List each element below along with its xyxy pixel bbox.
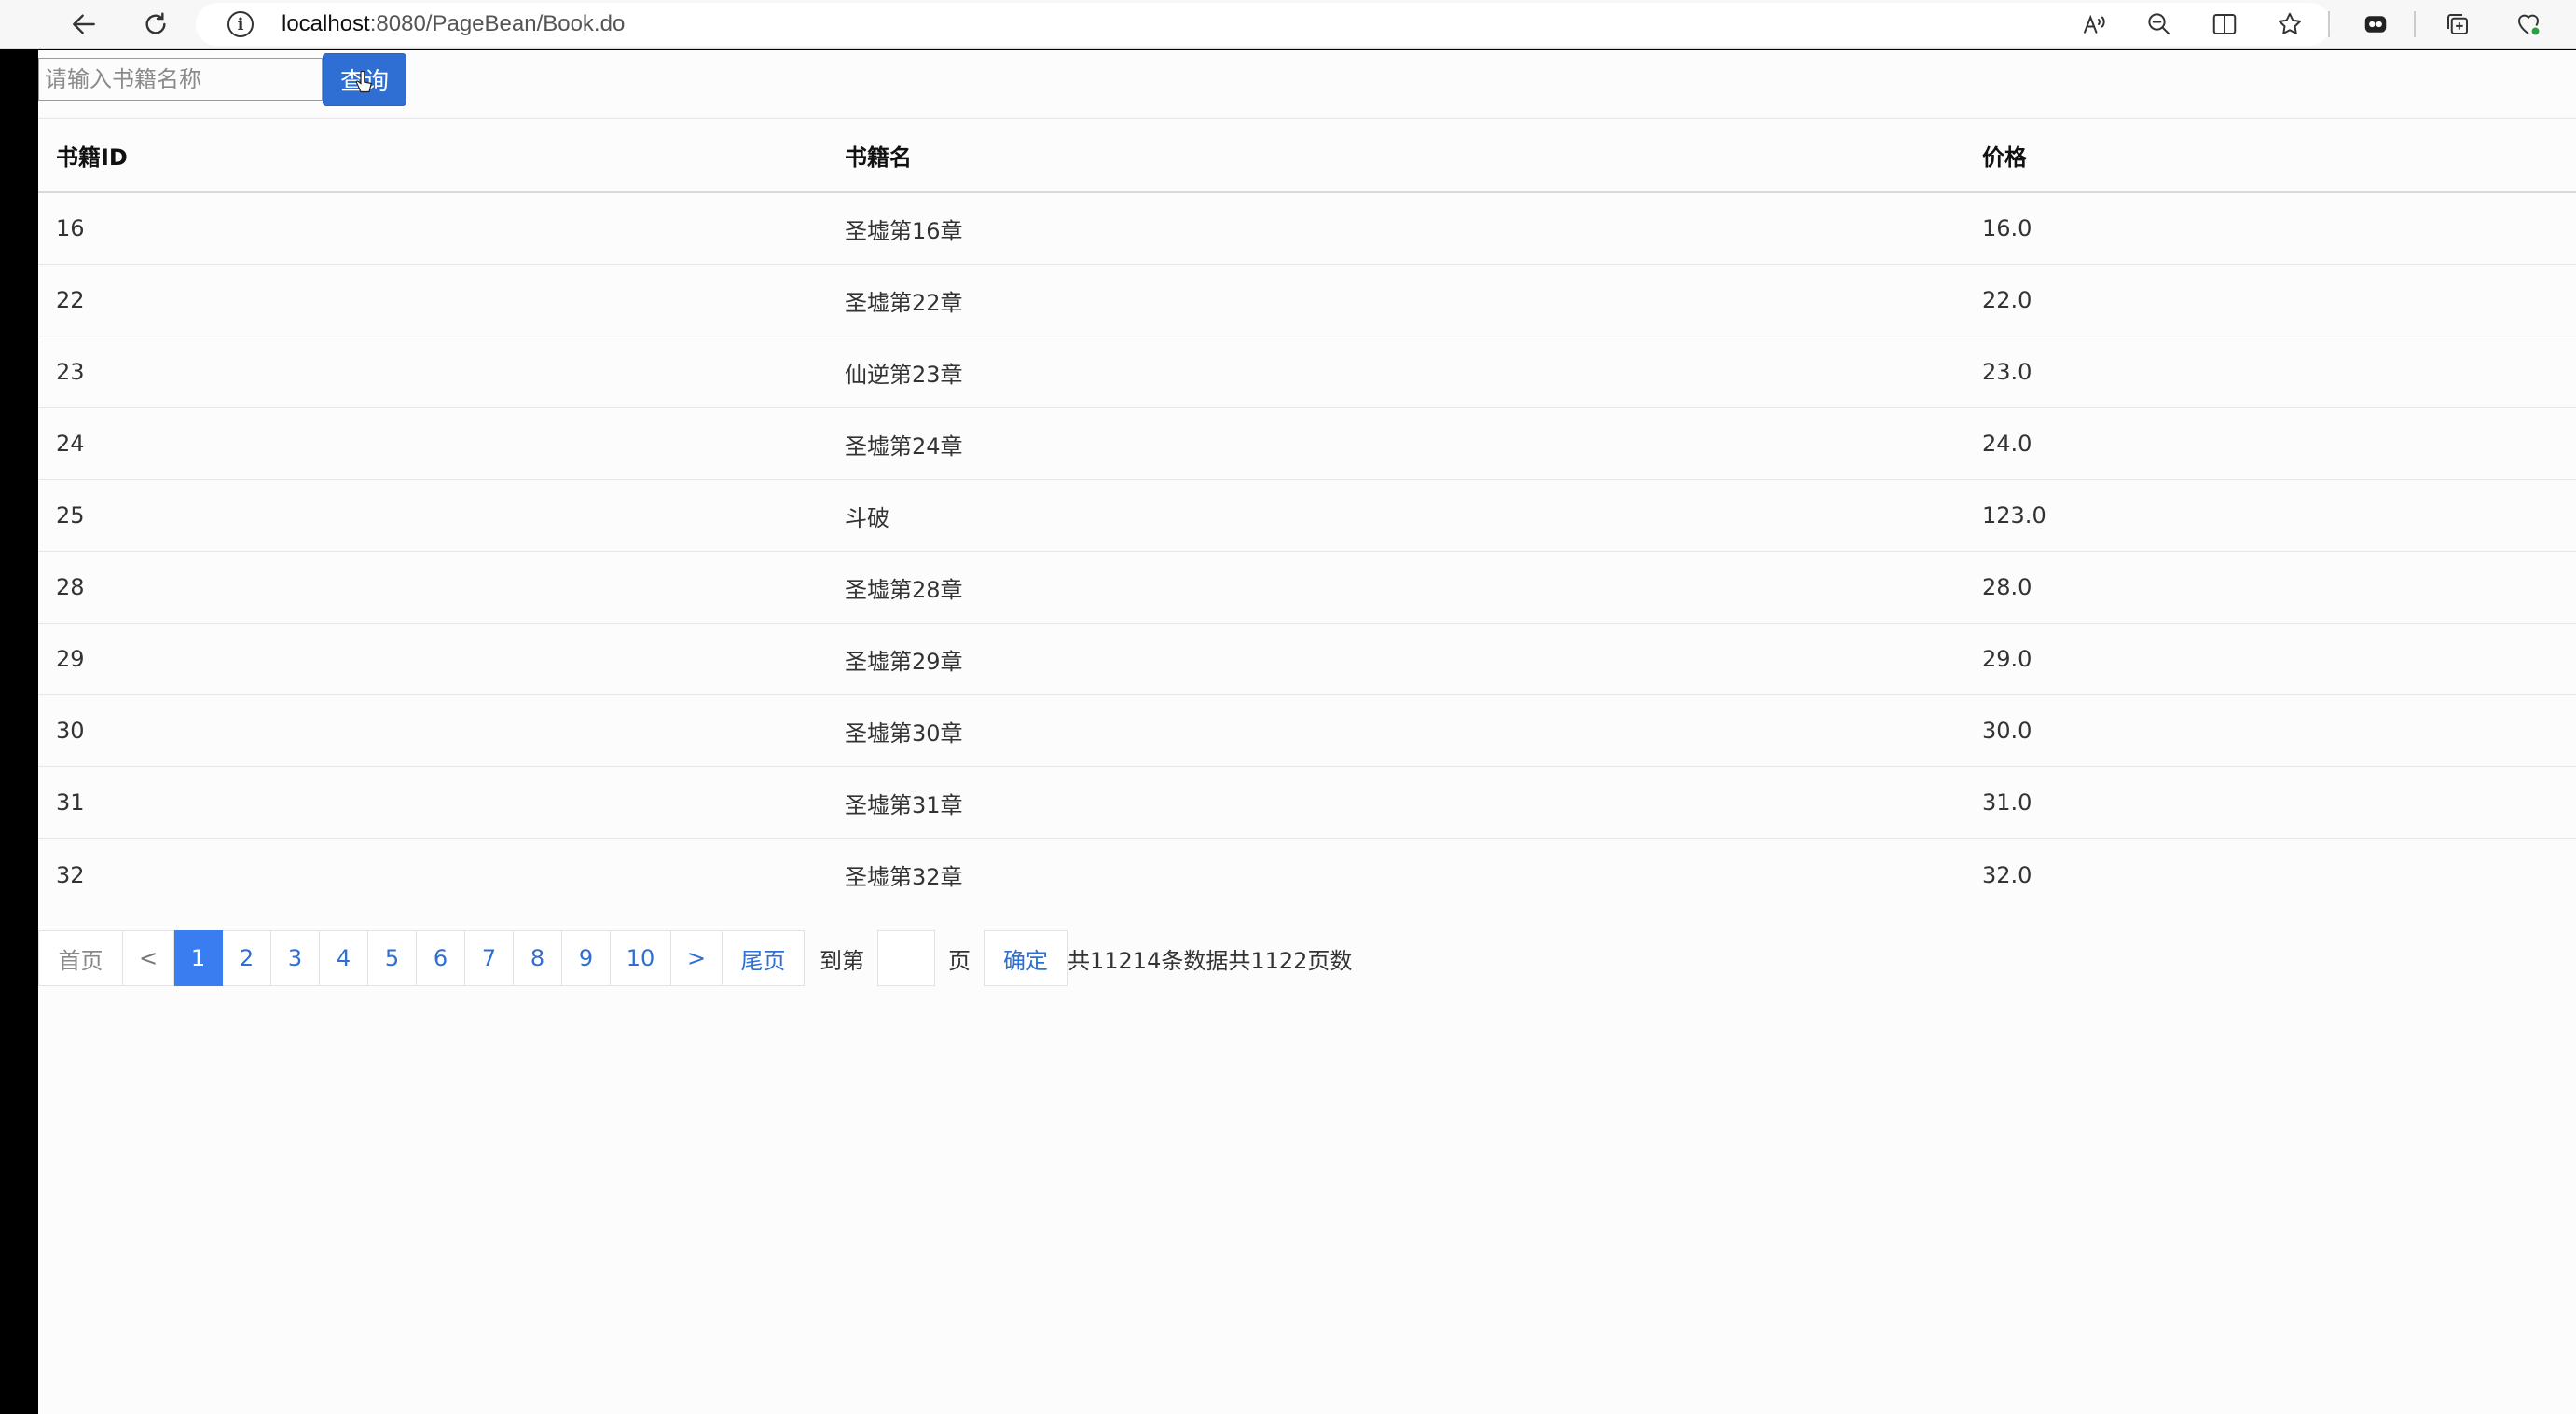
table-row: 16 圣墟第16章 16.0 <box>38 193 2576 265</box>
page-link-8[interactable]: 8 <box>514 930 562 986</box>
page-link-9[interactable]: 9 <box>562 930 611 986</box>
read-aloud-icon[interactable] <box>2073 4 2115 45</box>
page-link-3[interactable]: 3 <box>271 930 320 986</box>
pagination-summary: 共11214条数据共1122页数 <box>1068 947 1353 974</box>
cell-book-id: 30 <box>56 718 85 744</box>
cell-book-name: 圣墟第29章 <box>845 648 963 675</box>
cell-price: 16.0 <box>1982 215 2032 241</box>
page-link-10[interactable]: 10 <box>611 930 671 986</box>
goto-suffix-label: 页 <box>948 947 971 974</box>
search-input[interactable] <box>38 58 323 101</box>
next-page-link[interactable]: > <box>671 930 723 986</box>
goto-prefix-label: 到第 <box>820 947 864 974</box>
back-arrow-icon[interactable] <box>62 2 106 47</box>
extension-icon[interactable] <box>2355 4 2396 45</box>
hand-cursor-icon <box>355 71 372 93</box>
page-link-7[interactable]: 7 <box>465 930 514 986</box>
url-host: localhost <box>282 11 370 36</box>
cell-book-name: 斗破 <box>845 504 889 531</box>
page-link-4[interactable]: 4 <box>320 930 368 986</box>
split-screen-icon[interactable] <box>2204 4 2245 45</box>
cell-price: 31.0 <box>1982 789 2032 816</box>
table-row: 32 圣墟第32章 32.0 <box>38 839 2576 911</box>
page-link-2[interactable]: 2 <box>223 930 271 986</box>
table-header-row: 书籍ID 书籍名 价格 <box>38 119 2576 193</box>
cell-book-id: 24 <box>56 431 85 457</box>
cell-book-id: 29 <box>56 646 85 672</box>
cell-book-id: 31 <box>56 789 85 816</box>
page-link-1[interactable]: 1 <box>174 930 223 986</box>
browser-toolbar: i localhost:8080/PageBean/Book.do <box>0 0 2576 49</box>
cell-book-name: 圣墟第30章 <box>845 720 963 747</box>
cell-book-id: 25 <box>56 502 85 529</box>
page-link-5[interactable]: 5 <box>368 930 417 986</box>
cell-price: 23.0 <box>1982 359 2032 385</box>
table-row: 31 圣墟第31章 31.0 <box>38 767 2576 839</box>
table-row: 29 圣墟第29章 29.0 <box>38 624 2576 695</box>
cell-price: 30.0 <box>1982 718 2032 744</box>
address-bar[interactable]: i localhost:8080/PageBean/Book.do <box>196 3 2331 46</box>
cell-book-name: 圣墟第22章 <box>845 289 963 316</box>
cell-book-name: 圣墟第28章 <box>845 576 963 603</box>
collections-icon[interactable] <box>2437 4 2478 45</box>
table-row: 30 圣墟第30章 30.0 <box>38 695 2576 767</box>
toolbar-divider <box>2414 11 2416 37</box>
header-book-name: 书籍名 <box>845 144 912 171</box>
cell-book-id: 23 <box>56 359 85 385</box>
toolbar-divider <box>2328 11 2330 37</box>
table-row: 25 斗破 123.0 <box>38 480 2576 552</box>
zoom-out-icon[interactable] <box>2139 4 2180 45</box>
browser-essentials-icon[interactable] <box>2508 4 2549 45</box>
cell-book-id: 32 <box>56 861 85 888</box>
cell-price: 24.0 <box>1982 431 2032 457</box>
table-row: 28 圣墟第28章 28.0 <box>38 552 2576 624</box>
book-table: 书籍ID 书籍名 价格 16 圣墟第16章 16.0 22 圣墟第22章 22.… <box>38 118 2576 911</box>
cell-book-name: 圣墟第16章 <box>845 217 963 244</box>
prev-page-link[interactable]: < <box>123 930 174 986</box>
pagination: 首页 < 1 2 3 4 5 6 7 8 9 10 > 尾页 到第 页 确定 共… <box>38 930 1352 986</box>
first-page-link[interactable]: 首页 <box>38 930 123 986</box>
table-row: 23 仙逆第23章 23.0 <box>38 336 2576 408</box>
cell-book-id: 22 <box>56 287 85 313</box>
last-page-link[interactable]: 尾页 <box>723 930 805 986</box>
cell-book-name: 仙逆第23章 <box>845 361 963 388</box>
page-link-6[interactable]: 6 <box>417 930 465 986</box>
refresh-icon[interactable] <box>133 2 178 47</box>
page-viewport: 查询 书籍ID 书籍名 价格 16 圣墟第16章 16.0 22 圣墟第22章 … <box>38 50 2576 1414</box>
cell-price: 123.0 <box>1982 502 2046 529</box>
info-icon[interactable]: i <box>227 11 254 37</box>
table-row: 22 圣墟第22章 22.0 <box>38 265 2576 336</box>
cell-price: 29.0 <box>1982 646 2032 672</box>
goto-confirm-button[interactable]: 确定 <box>984 930 1068 986</box>
url-path: :8080/PageBean/Book.do <box>369 11 626 36</box>
url-text[interactable]: localhost:8080/PageBean/Book.do <box>282 10 625 38</box>
cell-book-id: 16 <box>56 215 85 241</box>
cell-price: 32.0 <box>1982 861 2032 888</box>
cell-book-id: 28 <box>56 574 85 600</box>
table-row: 24 圣墟第24章 24.0 <box>38 408 2576 480</box>
cell-price: 28.0 <box>1982 574 2032 600</box>
cell-book-name: 圣墟第31章 <box>845 791 963 818</box>
favorite-star-icon[interactable] <box>2269 4 2310 45</box>
header-price: 价格 <box>1982 144 2027 171</box>
cell-book-name: 圣墟第24章 <box>845 432 963 460</box>
header-book-id: 书籍ID <box>56 144 128 171</box>
cell-price: 22.0 <box>1982 287 2032 313</box>
goto-page-input[interactable] <box>877 930 935 986</box>
cell-book-name: 圣墟第32章 <box>845 864 963 890</box>
